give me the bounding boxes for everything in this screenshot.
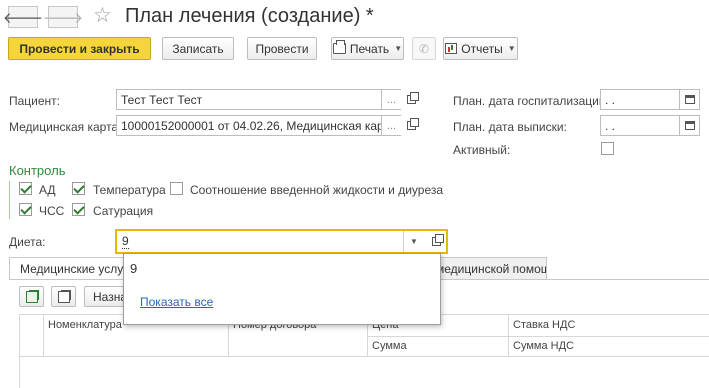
patient-open-button[interactable]	[401, 89, 421, 110]
show-all-link[interactable]: Показать все	[140, 295, 213, 309]
open-icon	[406, 118, 419, 130]
reports-label: Отчеты	[461, 41, 503, 56]
assign-button[interactable]: Назна	[84, 286, 127, 307]
chevron-down-icon: ▼	[507, 44, 516, 53]
bp-label: АД	[39, 183, 56, 197]
med-card-field[interactable]: 10000152000001 от 04.02.26, Медицинская …	[116, 115, 382, 136]
print-button[interactable]: Печать ▼	[331, 37, 404, 60]
tab-medical-services[interactable]: Медицинские услуги	[9, 257, 139, 280]
hosp-date-field[interactable]: . .	[600, 89, 680, 110]
med-card-label: Медицинская карта:	[9, 120, 122, 134]
fluid-balance-label: Соотношение введенной жидкости и диуреза	[190, 183, 444, 197]
arrow-left-icon: 🡐	[2, 8, 44, 27]
favorite-star-icon[interactable]: ☆	[93, 3, 112, 27]
discharge-date-calendar-button[interactable]	[679, 115, 700, 136]
diet-label: Диета:	[9, 235, 46, 249]
post-button[interactable]: Провести	[247, 37, 317, 60]
diet-dropdown-popup: 9 Показать все	[123, 253, 441, 325]
diet-option[interactable]: 9	[130, 261, 137, 276]
control-group-bar	[9, 181, 10, 219]
chevron-down-icon: ▼	[410, 237, 418, 246]
uncheck-all-icon	[57, 290, 70, 303]
temperature-checkbox[interactable]	[72, 182, 85, 195]
patient-label: Пациент:	[9, 94, 61, 108]
save-button[interactable]: Записать	[162, 37, 234, 60]
table-col-divider	[508, 314, 509, 356]
diet-input[interactable]: 9	[115, 229, 448, 254]
med-card-select-button[interactable]: ...	[381, 115, 402, 136]
med-card-open-button[interactable]	[401, 115, 421, 136]
col-vat-sum-header[interactable]: Сумма НДС	[513, 340, 574, 352]
bp-checkbox[interactable]	[19, 182, 32, 195]
calendar-icon	[684, 121, 695, 130]
table-col-divider	[43, 314, 44, 356]
reports-button[interactable]: Отчеты ▼	[443, 37, 518, 60]
open-icon	[431, 234, 444, 246]
window-title: План лечения (создание) *	[125, 5, 374, 27]
phone-icon: ✆	[418, 41, 430, 56]
temperature-label: Температура	[93, 183, 166, 197]
diet-open-button[interactable]	[426, 232, 446, 251]
print-label: Печать	[349, 41, 390, 56]
fluid-balance-checkbox[interactable]	[170, 182, 183, 195]
check-all-icon	[25, 290, 38, 303]
check-all-button[interactable]	[19, 286, 44, 307]
col-vat-rate-header[interactable]: Ставка НДС	[513, 319, 575, 331]
patient-select-button[interactable]: ...	[381, 89, 402, 110]
control-group-title: Контроль	[9, 163, 66, 178]
arrow-right-icon: 🡒	[42, 8, 84, 27]
calendar-icon	[684, 95, 695, 104]
patient-field[interactable]: Тест Тест Тест	[116, 89, 382, 110]
diet-input-value: 9	[122, 234, 129, 249]
chevron-down-icon: ▼	[394, 44, 403, 53]
discharge-date-label: План. дата выписки:	[453, 120, 567, 134]
table-left-border	[19, 314, 20, 388]
uncheck-all-button[interactable]	[51, 286, 76, 307]
open-icon	[406, 92, 419, 104]
table-header-bottom	[19, 356, 709, 357]
post-and-close-button[interactable]: Провести и закрыть	[8, 37, 151, 60]
col-nomenclature-header[interactable]: Номенклатура	[48, 319, 122, 331]
call-button[interactable]: ✆	[412, 37, 436, 60]
saturation-label: Сатурация	[93, 204, 154, 218]
tab-medical-care[interactable]: медицинской помощи	[425, 257, 547, 280]
table-mid-border	[367, 336, 709, 337]
reports-icon	[445, 43, 458, 54]
back-button[interactable]: 🡐	[3, 6, 43, 28]
hosp-date-calendar-button[interactable]	[679, 89, 700, 110]
discharge-date-field[interactable]: . .	[600, 115, 680, 136]
active-checkbox[interactable]	[601, 142, 614, 155]
hr-label: ЧСС	[39, 204, 65, 218]
col-sum-header[interactable]: Сумма	[372, 340, 407, 352]
hr-checkbox[interactable]	[19, 203, 32, 216]
active-label: Активный:	[453, 143, 511, 157]
diet-dropdown-button[interactable]: ▼	[404, 232, 424, 251]
hosp-date-label: План. дата госпитализации:	[453, 94, 609, 108]
saturation-checkbox[interactable]	[72, 203, 85, 216]
printer-icon	[332, 40, 346, 54]
forward-button[interactable]: 🡒	[43, 6, 83, 28]
